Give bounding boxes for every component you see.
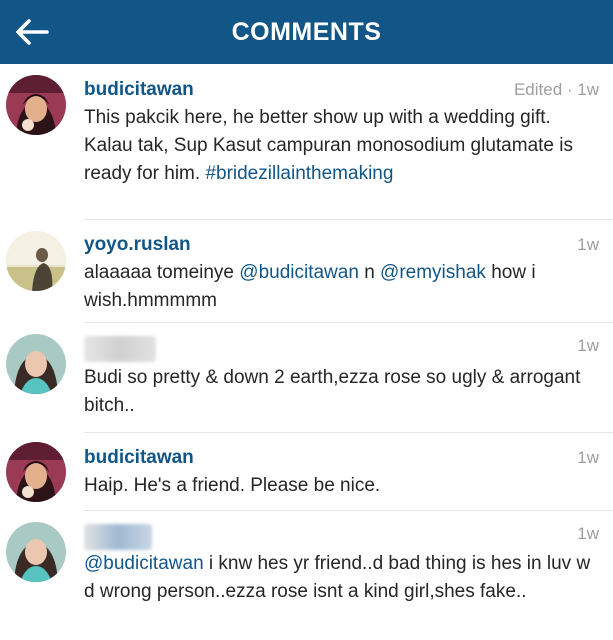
comment-timestamp: 1w xyxy=(577,336,599,355)
comment-timestamp: 1w xyxy=(577,524,599,543)
obscured-username xyxy=(84,336,156,362)
back-button[interactable] xyxy=(12,12,52,52)
comment-timestamp: 1w xyxy=(577,235,599,254)
page-title: COMMENTS xyxy=(231,17,382,46)
obscured-username xyxy=(84,524,152,550)
avatar[interactable] xyxy=(6,522,66,582)
comment-timestamp: Edited · 1w xyxy=(513,80,599,99)
comment-text-segment: Budi so pretty & down 2 earth,ezza rose … xyxy=(84,367,581,416)
comment-item: 1w Budi so pretty & down 2 earth,ezza ro… xyxy=(0,322,613,432)
hashtag-link[interactable]: #bridezillainthemaking xyxy=(205,163,393,184)
comments-list: budicitawan Edited · 1w This pakcik here… xyxy=(0,64,613,640)
mention-link[interactable]: @remyishak xyxy=(380,262,486,283)
comment-text: Haip. He's a friend. Please be nice. xyxy=(84,472,599,500)
comment-timestamp: 1w xyxy=(577,448,599,467)
comment-item: 1w @budicitawan i knw hes yr friend..d b… xyxy=(0,510,613,640)
comment-username[interactable]: yoyo.ruslan xyxy=(84,233,191,257)
mention-link[interactable]: @budicitawan xyxy=(239,262,359,283)
comment-item: yoyo.ruslan 1w alaaaaa tomeinye @budicit… xyxy=(0,219,613,322)
comment-text-segment: Haip. He's a friend. Please be nice. xyxy=(84,475,381,496)
comment-item: budicitawan 1w Haip. He's a friend. Plea… xyxy=(0,432,613,510)
mention-link[interactable]: @budicitawan xyxy=(84,553,204,574)
header-bar: COMMENTS xyxy=(0,0,613,64)
comment-item: budicitawan Edited · 1w This pakcik here… xyxy=(0,64,613,219)
comment-username[interactable]: budicitawan xyxy=(84,78,194,102)
comment-text: This pakcik here, he better show up with… xyxy=(84,104,599,188)
avatar[interactable] xyxy=(6,75,66,135)
avatar[interactable] xyxy=(6,442,66,502)
comment-text-segment: n xyxy=(358,262,381,283)
comment-text: Budi so pretty & down 2 earth,ezza rose … xyxy=(84,364,599,420)
avatar[interactable] xyxy=(6,334,66,394)
comment-username[interactable]: budicitawan xyxy=(84,446,194,470)
comment-text-segment: alaaaaa tomeinye xyxy=(84,262,240,283)
comment-text: @budicitawan i knw hes yr friend..d bad … xyxy=(84,550,599,606)
avatar[interactable] xyxy=(6,231,66,291)
comment-text: alaaaaa tomeinye @budicitawan n @remyish… xyxy=(84,259,599,315)
arrow-left-icon xyxy=(16,19,49,45)
